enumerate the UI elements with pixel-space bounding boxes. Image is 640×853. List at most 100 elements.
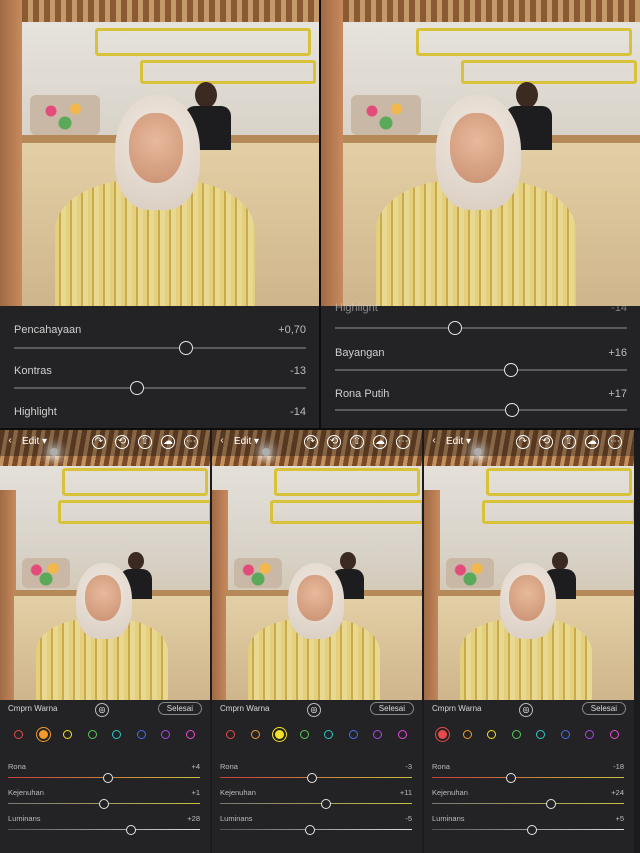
- shelf: [482, 500, 634, 524]
- share-icon[interactable]: ⇧: [350, 435, 364, 449]
- color-mix-panel: Cmprn Warna ◎ Selesai Rona -18 Kejenuhan +24 Lu…: [424, 700, 634, 853]
- slider-label: Bayangan: [335, 347, 385, 359]
- target-adjust-icon[interactable]: ◎: [519, 703, 533, 717]
- color-swatch-6[interactable]: [373, 730, 382, 739]
- compare-color-label: Cmprn Warna: [8, 704, 58, 713]
- slider-knob[interactable]: [504, 363, 518, 377]
- slider-track[interactable]: [220, 803, 412, 804]
- back-icon[interactable]: ‹: [428, 435, 440, 447]
- color-swatch-6[interactable]: [585, 730, 594, 739]
- redo-icon[interactable]: ↷: [304, 435, 318, 449]
- color-swatch-1[interactable]: [38, 730, 48, 739]
- slider-value: -5: [405, 814, 412, 823]
- history-icon[interactable]: ⟲: [539, 435, 553, 449]
- done-button[interactable]: Selesai: [369, 702, 414, 715]
- slider-knob[interactable]: [125, 825, 136, 835]
- slider-track[interactable]: [8, 829, 200, 830]
- photo-top-right: [321, 0, 640, 306]
- color-swatch-2[interactable]: [63, 730, 72, 739]
- cloud-sync-icon[interactable]: ☁: [161, 435, 175, 449]
- color-swatch-1[interactable]: [462, 730, 472, 739]
- slider-track[interactable]: [14, 387, 306, 389]
- share-icon[interactable]: ⇧: [138, 435, 152, 449]
- edit-dropdown[interactable]: Edit ▾: [22, 436, 47, 447]
- light-panel-right: Highlight -14 Bayangan +16 Rona Putih +1…: [321, 302, 640, 430]
- top-toolbar: ‹ Edit ▾ ↷ ⟲ ⇧ ☁ ⋯: [0, 430, 210, 456]
- color-swatch-5[interactable]: [348, 730, 358, 739]
- top-toolbar: ‹ Edit ▾ ↷ ⟲ ⇧ ☁ ⋯: [424, 430, 634, 456]
- target-adjust-icon[interactable]: ◎: [307, 703, 321, 717]
- share-icon[interactable]: ⇧: [562, 435, 576, 449]
- top-toolbar: ‹ Edit ▾ ↷ ⟲ ⇧ ☁ ⋯: [212, 430, 422, 456]
- color-swatch-0[interactable]: [14, 730, 23, 739]
- redo-icon[interactable]: ↷: [516, 435, 530, 449]
- done-button[interactable]: Selesai: [581, 702, 626, 715]
- compare-color-label: Cmprn Warna: [432, 704, 482, 713]
- slider-knob[interactable]: [307, 773, 318, 783]
- color-swatch-3[interactable]: [87, 730, 97, 739]
- slider-knob[interactable]: [99, 799, 109, 809]
- color-swatch-7[interactable]: [185, 730, 195, 739]
- slider-knob[interactable]: [546, 799, 557, 809]
- color-swatch-5[interactable]: [560, 730, 570, 739]
- photo-detail: [509, 575, 545, 621]
- slider-label: Luminans: [432, 814, 465, 823]
- slider-knob[interactable]: [305, 825, 316, 835]
- slider-track[interactable]: [14, 347, 306, 349]
- slider-track[interactable]: [432, 803, 624, 804]
- color-swatch-3[interactable]: [299, 730, 309, 739]
- slider-track[interactable]: [335, 369, 627, 371]
- slider-knob[interactable]: [505, 403, 519, 417]
- shelf: [58, 500, 210, 524]
- target-adjust-icon[interactable]: ◎: [95, 703, 109, 717]
- color-swatch-4[interactable]: [536, 730, 545, 739]
- slider-knob[interactable]: [130, 381, 144, 395]
- color-swatch-0[interactable]: [226, 730, 235, 739]
- redo-icon[interactable]: ↷: [92, 435, 106, 449]
- slider-label-partial: Highlight: [335, 302, 378, 314]
- slider-knob[interactable]: [526, 825, 537, 835]
- color-swatch-4[interactable]: [112, 730, 121, 739]
- color-swatch-2[interactable]: [275, 730, 284, 739]
- color-swatch-3[interactable]: [511, 730, 521, 739]
- light-panel-left: Pencahayaan +0,70 Kontras -13 Highlight …: [0, 306, 319, 430]
- more-icon[interactable]: ⋯: [396, 435, 410, 449]
- slider-value: +0,70: [278, 324, 306, 336]
- done-button[interactable]: Selesai: [157, 702, 202, 715]
- edit-dropdown[interactable]: Edit ▾: [446, 436, 471, 447]
- slider-value: -3: [405, 762, 412, 771]
- color-swatch-1[interactable]: [250, 730, 260, 739]
- color-swatch-6[interactable]: [161, 730, 170, 739]
- color-swatch-7[interactable]: [609, 730, 619, 739]
- slider-value: +5: [615, 814, 624, 823]
- back-icon[interactable]: ‹: [4, 435, 16, 447]
- color-swatch-5[interactable]: [136, 730, 146, 739]
- slider-track[interactable]: [220, 829, 412, 830]
- slider-track[interactable]: [432, 777, 624, 778]
- slider-knob[interactable]: [505, 773, 516, 783]
- slider-knob[interactable]: [448, 321, 462, 335]
- color-swatch-0[interactable]: [438, 730, 447, 739]
- slider-track[interactable]: [335, 409, 627, 411]
- photo-top-left: [0, 0, 319, 306]
- history-icon[interactable]: ⟲: [115, 435, 129, 449]
- slider-knob[interactable]: [102, 773, 113, 783]
- shelf: [270, 500, 422, 524]
- color-swatch-2[interactable]: [487, 730, 496, 739]
- cloud-sync-icon[interactable]: ☁: [585, 435, 599, 449]
- color-swatch-7[interactable]: [397, 730, 407, 739]
- more-icon[interactable]: ⋯: [184, 435, 198, 449]
- more-icon[interactable]: ⋯: [608, 435, 622, 449]
- history-icon[interactable]: ⟲: [327, 435, 341, 449]
- slider-label: Pencahayaan: [14, 324, 82, 336]
- back-icon[interactable]: ‹: [216, 435, 228, 447]
- slider-value: +24: [611, 788, 624, 797]
- slider-knob[interactable]: [320, 799, 331, 809]
- slider-value: +16: [608, 347, 627, 359]
- slider-track[interactable]: [335, 327, 627, 329]
- shelf: [486, 468, 632, 496]
- color-swatch-4[interactable]: [324, 730, 333, 739]
- slider-knob[interactable]: [179, 341, 193, 355]
- edit-dropdown[interactable]: Edit ▾: [234, 436, 259, 447]
- cloud-sync-icon[interactable]: ☁: [373, 435, 387, 449]
